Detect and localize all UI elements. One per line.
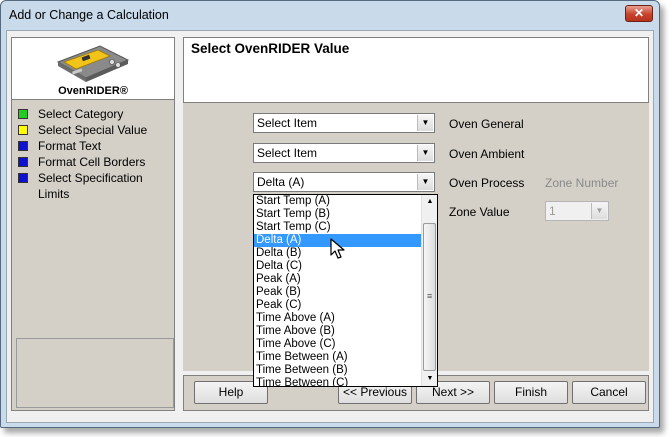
- dialog-client-area: OvenRIDER® Select Category Select Specia…: [6, 30, 654, 423]
- zone-value-value: 1: [549, 204, 556, 218]
- close-icon: ✕: [633, 6, 645, 20]
- dropdown-option[interactable]: Time Between (C): [254, 377, 421, 386]
- page-title: Select OvenRIDER Value: [191, 41, 350, 56]
- oven-general-label: Oven General: [449, 117, 524, 131]
- dropdown-option[interactable]: Peak (C): [254, 299, 421, 312]
- finish-button[interactable]: Finish: [494, 381, 568, 404]
- step-item-select-category: Select Category: [12, 106, 174, 122]
- scroll-up-arrow-icon[interactable]: ▲: [422, 195, 437, 209]
- status-square-icon: [18, 173, 28, 183]
- dropdown-options: Start Temp (A) Start Temp (B) Start Temp (…: [254, 195, 437, 386]
- dropdown-option[interactable]: Start Temp (A): [254, 195, 421, 208]
- chevron-down-icon[interactable]: ▼: [417, 174, 433, 190]
- title-bar: Add or Change a Calculation ✕: [1, 1, 659, 29]
- dropdown-option[interactable]: Start Temp (C): [254, 221, 421, 234]
- zone-value-label: Zone Value: [449, 205, 510, 219]
- oven-ambient-select[interactable]: Select Item ▼: [253, 143, 435, 163]
- oven-process-dropdown-list[interactable]: Start Temp (A) Start Temp (B) Start Temp (…: [253, 194, 438, 387]
- dropdown-option[interactable]: Time Between (B): [254, 364, 421, 377]
- grip-icon: ≡: [427, 291, 433, 301]
- step-item-select-special-value: Select Special Value: [12, 122, 174, 138]
- window-title: Add or Change a Calculation: [9, 8, 169, 22]
- scrollbar-thumb[interactable]: ≡: [423, 223, 436, 371]
- oven-process-label: Oven Process: [449, 176, 525, 190]
- dropdown-option[interactable]: Time Above (A): [254, 312, 421, 325]
- scroll-down-arrow-icon[interactable]: ▼: [422, 372, 437, 386]
- info-box: [16, 338, 174, 408]
- oven-ambient-label: Oven Ambient: [449, 147, 525, 161]
- ovenrider-device-icon: [56, 45, 130, 82]
- mouse-pointer-icon: [330, 238, 345, 259]
- cancel-button[interactable]: Cancel: [572, 381, 646, 404]
- dropdown-option[interactable]: Time Between (A): [254, 351, 421, 364]
- page-header: Select OvenRIDER Value: [183, 37, 649, 103]
- dialog-window: Add or Change a Calculation ✕ OvenRIDER®: [0, 0, 660, 428]
- step-label: Format Cell Borders: [38, 155, 146, 169]
- zone-number-label: Zone Number: [545, 176, 619, 190]
- dropdown-option[interactable]: Peak (A): [254, 273, 421, 286]
- logo-box: OvenRIDER®: [12, 38, 174, 100]
- zone-value-select[interactable]: 1 ▼: [545, 201, 609, 221]
- step-item-format-cell-borders: Format Cell Borders: [12, 154, 174, 170]
- dropdown-option[interactable]: Peak (B): [254, 286, 421, 299]
- step-item-select-specification-limits: Select Specification Limits: [12, 170, 174, 201]
- status-square-icon: [18, 109, 28, 119]
- step-list: Select Category Select Special Value For…: [12, 106, 174, 201]
- close-button[interactable]: ✕: [625, 5, 653, 22]
- dropdown-option[interactable]: Time Above (C): [254, 338, 421, 351]
- dropdown-option[interactable]: Start Temp (B): [254, 208, 421, 221]
- oven-ambient-value: Select Item: [257, 146, 318, 160]
- oven-general-value: Select Item: [257, 116, 318, 130]
- chevron-down-icon[interactable]: ▼: [591, 203, 607, 219]
- chevron-down-icon[interactable]: ▼: [417, 115, 433, 131]
- oven-process-select[interactable]: Delta (A) ▼: [253, 172, 435, 192]
- step-label: Select Specification Limits: [38, 171, 143, 201]
- left-panel: OvenRIDER® Select Category Select Specia…: [11, 37, 175, 411]
- step-label: Format Text: [38, 139, 102, 153]
- status-square-icon: [18, 157, 28, 167]
- oven-general-select[interactable]: Select Item ▼: [253, 113, 435, 133]
- dropdown-scrollbar[interactable]: ▲ ≡ ▼: [421, 195, 437, 386]
- step-item-format-text: Format Text: [12, 138, 174, 154]
- logo-label: OvenRIDER®: [58, 85, 128, 97]
- dropdown-option[interactable]: Delta (C): [254, 260, 421, 273]
- step-label: Select Special Value: [38, 123, 148, 137]
- chevron-down-icon[interactable]: ▼: [417, 145, 433, 161]
- step-label: Select Category: [38, 107, 124, 121]
- dropdown-option[interactable]: Time Above (B): [254, 325, 421, 338]
- status-square-icon: [18, 141, 28, 151]
- status-square-icon: [18, 125, 28, 135]
- oven-process-value: Delta (A): [257, 175, 305, 189]
